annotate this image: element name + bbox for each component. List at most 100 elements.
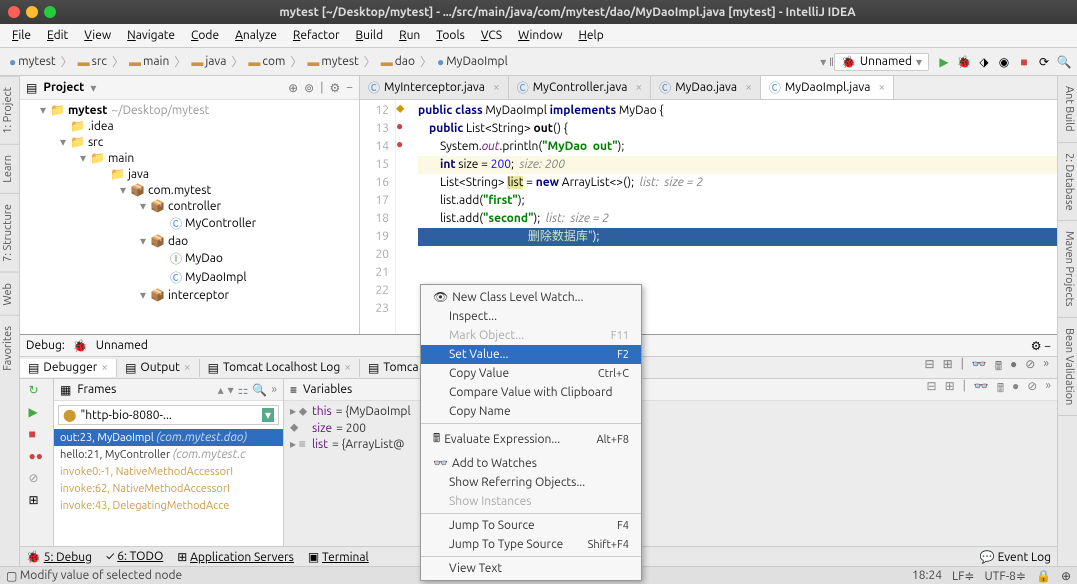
bottom-tab[interactable]: ▣ Terminal [308, 550, 369, 564]
close-icon[interactable]: × [745, 81, 752, 94]
tool-tab[interactable]: Learn [0, 144, 19, 193]
context-menu-item[interactable]: Inspect... [421, 307, 641, 326]
tree-node[interactable]: ▾📦com.mytest [20, 182, 359, 198]
layout-icon[interactable]: ⊞ [29, 493, 45, 509]
stop-icon[interactable]: ■ [29, 427, 45, 443]
debug-tab[interactable]: ▤Debugger× [20, 359, 117, 377]
menu-file[interactable]: File [6, 27, 37, 44]
stack-frame[interactable]: invoke:62, NativeMethodAccessorI [54, 480, 283, 497]
context-menu-item[interactable]: 🖩Evaluate Expression...Alt+F8 [421, 426, 641, 453]
menu-window[interactable]: Window [512, 27, 568, 44]
breakpoints-icon[interactable]: ●● [29, 449, 45, 465]
coverage-icon[interactable]: ⬗ [977, 55, 991, 69]
context-menu-item[interactable]: Copy Name [421, 402, 641, 421]
bottom-tab[interactable]: ⊞ Application Servers [177, 550, 294, 564]
menu-tools[interactable]: Tools [430, 27, 471, 44]
menu-view[interactable]: View [78, 27, 117, 44]
variable-row[interactable]: ⬥size = 200 [286, 420, 1055, 436]
breadcrumb-item[interactable]: ▬mytest [304, 54, 361, 70]
thread-selector[interactable]: ⬤"http-bio-8080-...▾ [58, 405, 279, 425]
editor-tab[interactable]: ⒸMyController.java× [509, 76, 651, 99]
mute-icon[interactable]: ⊘ [29, 471, 45, 487]
stack-frame[interactable]: hello:21, MyController (com.mytest.c [54, 446, 283, 463]
stack-frame[interactable]: invoke:43, DelegatingMethodAcce [54, 497, 283, 514]
rerun-icon[interactable]: ↻ [29, 383, 45, 399]
bottom-tab[interactable]: ✓ 6: TODO [106, 550, 163, 563]
bottom-tab[interactable]: 🐞 5: Debug [26, 550, 92, 564]
event-log-tab[interactable]: 💬 Event Log [980, 550, 1051, 564]
tree-node[interactable]: 📁java [20, 166, 359, 182]
close-icon[interactable]: × [493, 81, 500, 94]
editor-tab[interactable]: ⒸMyDao.java× [651, 76, 761, 99]
editor-tab[interactable]: ⒸMyDaoImpl.java× [761, 76, 894, 99]
context-menu-item[interactable]: Compare Value with Clipboard [421, 383, 641, 402]
run-config-selector[interactable]: 🐞 Unnamed ▾ [834, 53, 929, 71]
tool-tab[interactable]: Favorites [0, 315, 19, 381]
debug-icon[interactable]: 🐞 [957, 55, 971, 69]
menu-run[interactable]: Run [393, 27, 426, 44]
tool-tab[interactable]: Maven Projects [1058, 221, 1077, 318]
context-menu-item[interactable]: 👓Add to Watches [421, 453, 641, 473]
resume-icon[interactable]: ▶ [29, 405, 45, 421]
breadcrumb-item[interactable]: ▬dao [378, 54, 418, 70]
editor-tab[interactable]: ⒸMyInterceptor.java× [360, 76, 509, 99]
breadcrumb[interactable]: ●mytest〉▬src〉▬main〉▬java〉▬com〉▬mytest〉▬d… [6, 53, 820, 70]
menu-refactor[interactable]: Refactor [287, 27, 346, 44]
context-menu-item[interactable]: Jump To SourceF4 [421, 516, 641, 535]
context-menu-item[interactable]: View Text [421, 559, 641, 578]
run-icon[interactable]: ▶ [937, 55, 951, 69]
tree-node[interactable]: ▾📁src [20, 134, 359, 150]
tree-node[interactable]: ▾📦controller [20, 198, 359, 214]
tree-node[interactable]: 📁.idea [20, 118, 359, 134]
breadcrumb-item[interactable]: ▬java [188, 54, 229, 70]
menu-help[interactable]: Help [573, 27, 610, 44]
menu-edit[interactable]: Edit [41, 27, 74, 44]
tree-node[interactable]: ⒸMyController [20, 214, 359, 233]
tree-node[interactable]: ▾📁main [20, 150, 359, 166]
minimize-button[interactable] [26, 6, 38, 18]
vcs-icon[interactable]: ⟳ [1037, 55, 1051, 69]
context-menu-item[interactable]: Copy ValueCtrl+C [421, 364, 641, 383]
status-item[interactable]: 18:24 [912, 569, 942, 583]
tool-tab[interactable]: 7: Structure [0, 193, 19, 272]
context-menu-item[interactable]: Show Referring Objects... [421, 473, 641, 492]
close-button[interactable] [8, 6, 20, 18]
stack-frame[interactable]: invoke0:-1, NativeMethodAccessorI [54, 463, 283, 480]
tool-tab[interactable]: 1: Project [0, 76, 19, 144]
tree-node[interactable]: ▾📦interceptor [20, 287, 359, 303]
collapse-icon[interactable]: ⊕ [288, 81, 298, 95]
maximize-button[interactable] [44, 6, 56, 18]
target-icon[interactable]: ⊚ [304, 81, 314, 95]
variable-row[interactable]: ▸ ≡list = {ArrayList@ [286, 436, 1055, 452]
menu-vcs[interactable]: VCS [475, 27, 508, 44]
close-icon[interactable]: × [635, 81, 642, 94]
tool-tab[interactable]: 2: Database [1058, 143, 1077, 222]
breadcrumb-item[interactable]: ●mytest [6, 54, 59, 70]
menu-build[interactable]: Build [350, 27, 390, 44]
project-tree[interactable]: ▾📁mytest~/Desktop/mytest📁.idea▾📁src▾📁mai… [20, 100, 359, 334]
breadcrumb-item[interactable]: ●MyDaoImpl [434, 54, 511, 70]
settings-icon[interactable]: ⚙ [1031, 340, 1042, 353]
stop-icon[interactable]: ■ [1017, 55, 1031, 69]
hide-icon[interactable]: − [346, 81, 353, 95]
profile-icon[interactable]: ◉ [997, 55, 1011, 69]
tree-node[interactable]: ⒾMyDao [20, 249, 359, 268]
stack-frame[interactable]: out:23, MyDaoImpl (com.mytest.dao) [54, 429, 283, 446]
tool-tab[interactable]: Bean Validation [1058, 318, 1077, 416]
menu-navigate[interactable]: Navigate [121, 27, 181, 44]
close-icon[interactable]: × [878, 81, 885, 94]
status-item[interactable]: LF≑ [952, 569, 974, 583]
hide-icon[interactable]: − [1044, 340, 1051, 353]
context-menu-item[interactable]: Jump To Type SourceShift+F4 [421, 535, 641, 554]
tree-node[interactable]: ⒸMyDaoImpl [20, 268, 359, 287]
debug-tab[interactable]: ▤Output× [117, 359, 200, 377]
breadcrumb-item[interactable]: ▬main [126, 54, 172, 70]
status-item[interactable]: UTF-8≑ [984, 569, 1026, 583]
context-menu-item[interactable]: Set Value...F2 [421, 345, 641, 364]
variable-row[interactable]: ▸ ⬥this = {MyDaoImpl [286, 403, 1055, 420]
breadcrumb-item[interactable]: ▬com [245, 54, 288, 70]
search-icon[interactable]: 🔍 [1057, 55, 1071, 69]
debug-tab[interactable]: ▤Tomcat Localhost Log× [200, 359, 360, 377]
settings-icon[interactable]: ⚙ [329, 81, 340, 95]
tool-tab[interactable]: Web [0, 272, 19, 316]
